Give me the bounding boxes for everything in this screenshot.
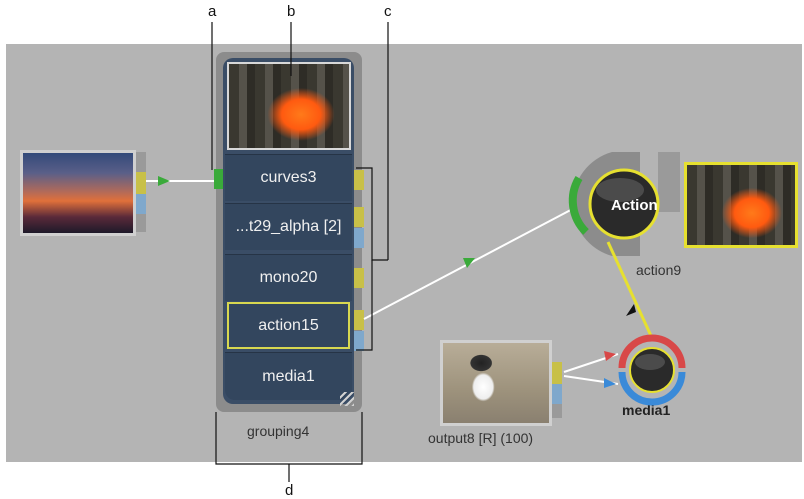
link-arrow-icon: [626, 304, 636, 316]
callout-c-bracket-top: [356, 167, 388, 261]
callout-d-bracket: [215, 412, 363, 465]
callout-a: a: [208, 3, 217, 20]
node-graph-canvas: curves3 ...t29_alpha [2] mono20 action15…: [0, 0, 804, 499]
action-node-text: Action: [611, 197, 658, 214]
link-arrow-icon: [158, 176, 170, 186]
callout-d: d: [285, 482, 294, 499]
link-group-to-action: [363, 203, 583, 320]
graph-links-layer: Action: [146, 22, 686, 482]
callout-c-bracket-bottom: [356, 260, 373, 351]
callout-b: b: [287, 3, 296, 20]
callout-c: c: [384, 3, 392, 20]
link-media-to-action: [606, 241, 654, 339]
